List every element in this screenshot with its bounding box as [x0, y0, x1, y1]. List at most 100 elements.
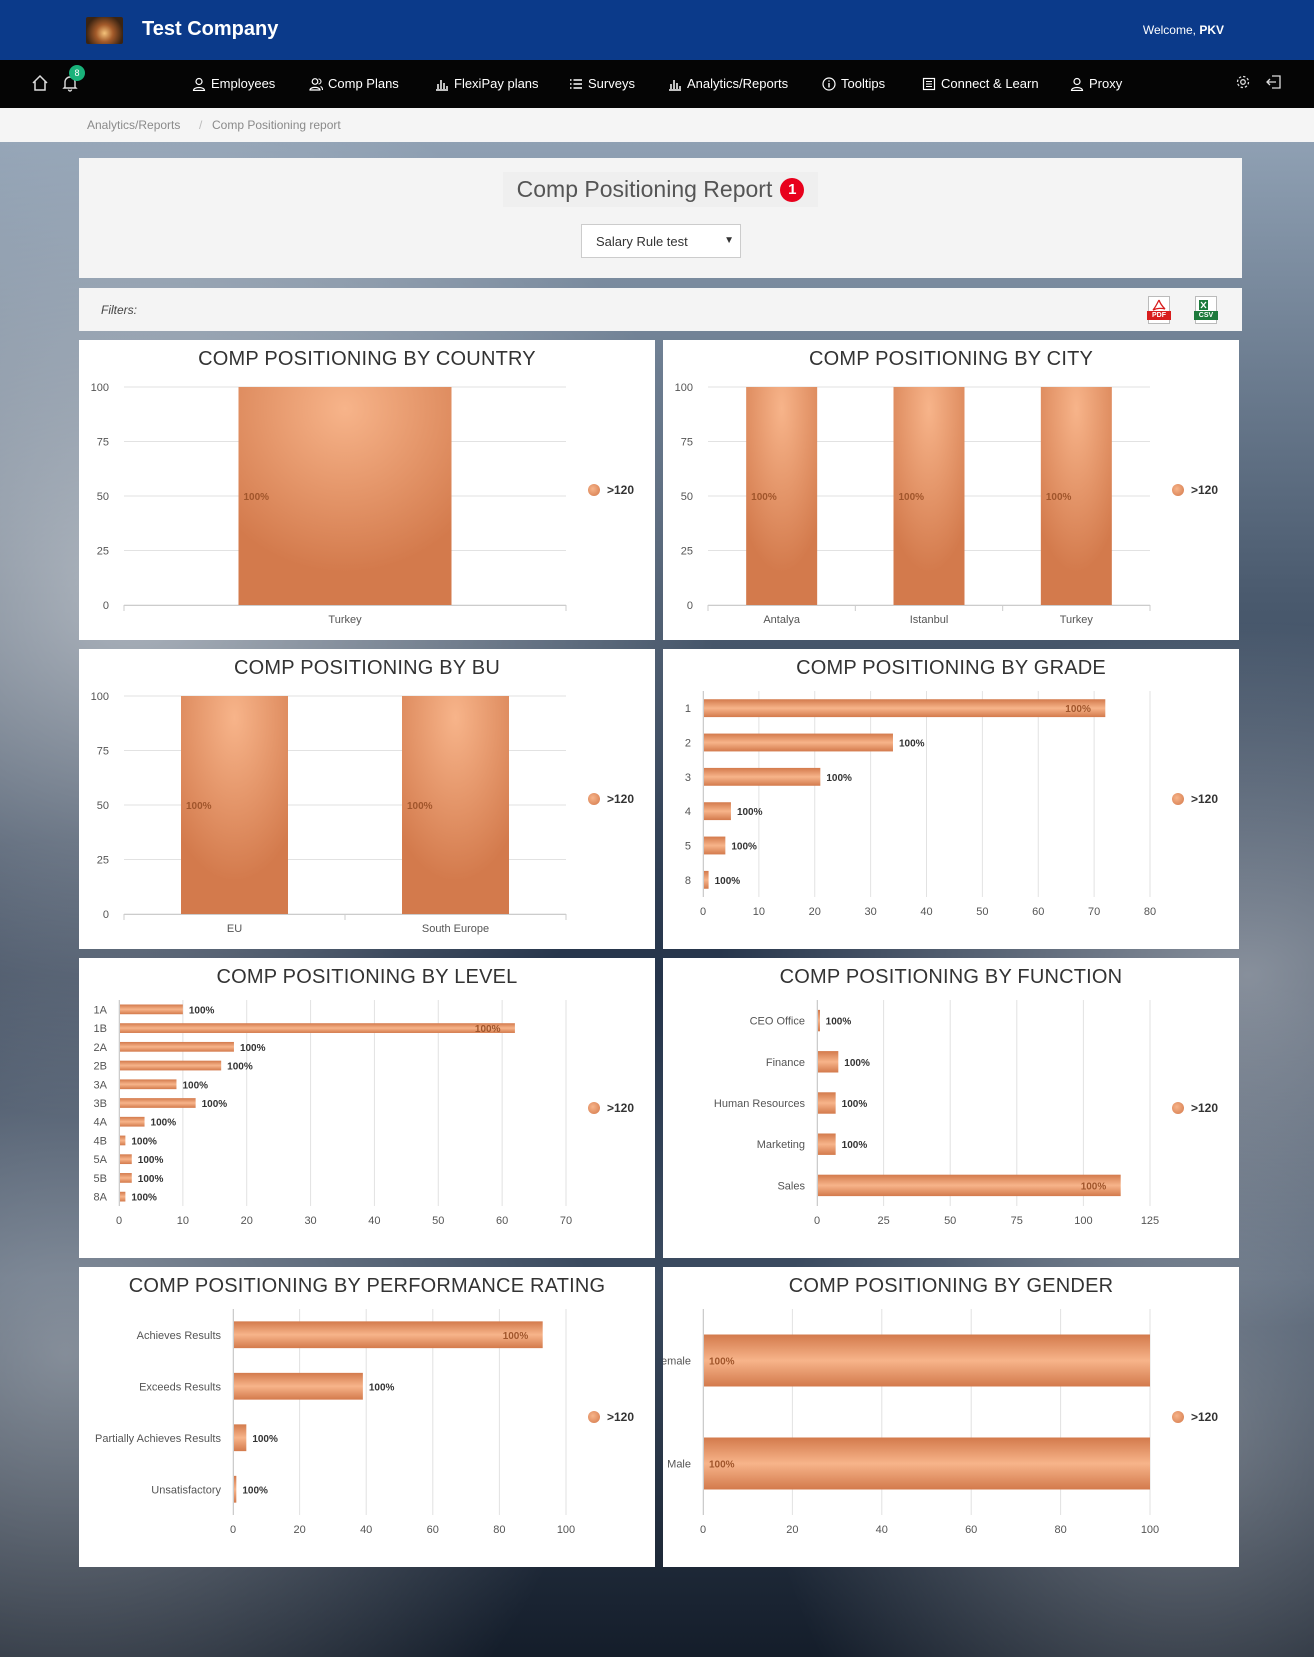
nav-surveys[interactable]: Surveys	[569, 76, 635, 91]
salary-rule-select[interactable]: Salary Rule test ▼	[581, 224, 741, 258]
chart-card-gender: COMP POSITIONING BY GENDER >120 0 20 40 60 80 1…	[663, 1267, 1239, 1567]
y-tick-label: 0	[103, 909, 109, 921]
chart-card-performance-rating: COMP POSITIONING BY PERFORMANCE RATING >1…	[79, 1267, 655, 1567]
y-tick-label: 5	[685, 841, 691, 853]
y-tick-label: 4B	[94, 1135, 107, 1147]
bar[interactable]	[703, 836, 726, 855]
gear-icon[interactable]	[1235, 74, 1255, 94]
bar[interactable]	[119, 1116, 145, 1127]
y-tick-label: 25	[97, 546, 109, 558]
x-tick-label: 10	[177, 1215, 189, 1227]
y-tick-label: 50	[97, 800, 109, 812]
chart-svg-performance-rating: 0 20 40 60 80 100 100% Achieves Results 100% Exce…	[95, 1309, 575, 1536]
nav-tooltips-label: Tooltips	[841, 76, 886, 91]
company-logo[interactable]	[86, 17, 123, 44]
logout-icon[interactable]	[1266, 74, 1286, 94]
y-tick-label: Finance	[766, 1057, 805, 1069]
bar[interactable]	[703, 1437, 1150, 1490]
welcome-text: Welcome, PKV	[1143, 23, 1224, 37]
nav-tooltips[interactable]: Tooltips	[822, 76, 885, 91]
bar[interactable]	[703, 699, 1106, 718]
chart-svg-grade: 0 10 20 30 40 50 60 70 80 100% 1 100% 2 100% 3 100% 4 100…	[685, 691, 1156, 918]
breadcrumb-separator: /	[199, 118, 203, 132]
bar[interactable]	[233, 1321, 543, 1349]
pdf-export-icon[interactable]: PDF	[1147, 296, 1171, 324]
bar[interactable]	[119, 1098, 196, 1108]
bar[interactable]	[119, 1041, 234, 1052]
bar[interactable]	[119, 1079, 177, 1090]
chart-svg-city: 0 25 50 75 100 100% Antalya 100% Istanbul 100% Tur…	[675, 382, 1151, 626]
bar[interactable]	[703, 767, 821, 786]
x-tick-label: 20	[786, 1524, 798, 1536]
bar-data-label: 100%	[899, 492, 925, 503]
bar[interactable]	[703, 1334, 1150, 1387]
chart-card-grade: COMP POSITIONING BY GRADE >120 0 10 20 30 40 50…	[663, 649, 1239, 949]
title-badge[interactable]: 1	[780, 177, 805, 202]
y-tick-label: 2A	[94, 1042, 108, 1054]
x-tick-label: 80	[1144, 906, 1156, 918]
bar-data-label: 100%	[899, 739, 925, 750]
bar[interactable]	[703, 733, 893, 752]
bar[interactable]	[119, 1060, 222, 1071]
bar[interactable]	[233, 1424, 247, 1452]
bar-data-label: 100%	[709, 1357, 735, 1368]
csv-export-icon[interactable]: CSV	[1194, 296, 1218, 324]
x-tick-label: 0	[700, 906, 706, 918]
list-icon	[570, 78, 582, 89]
breadcrumb-parent-link[interactable]: Analytics/Reports	[87, 118, 180, 132]
bar-data-label: 100%	[751, 492, 777, 503]
company-name[interactable]: Test Company	[142, 18, 278, 41]
y-tick-label: 1A	[94, 1004, 108, 1016]
y-tick-label: 75	[97, 746, 109, 758]
bar[interactable]	[817, 1133, 836, 1155]
bar[interactable]	[119, 1173, 132, 1183]
y-tick-label: 8	[685, 875, 691, 887]
nav-connect-learn-label: Connect & Learn	[941, 76, 1039, 91]
x-tick-label: 20	[241, 1215, 253, 1227]
y-tick-label: 50	[97, 491, 109, 503]
nav-connect-learn[interactable]: Connect & Learn	[922, 76, 1039, 91]
x-tick-label: 30	[304, 1215, 316, 1227]
bar[interactable]	[238, 387, 452, 605]
bar[interactable]	[119, 1004, 183, 1015]
nav-proxy[interactable]: Proxy	[1070, 76, 1122, 91]
bar-data-label: 100%	[1065, 704, 1091, 715]
y-tick-label: Female	[663, 1356, 691, 1368]
bar[interactable]	[817, 1174, 1121, 1197]
nav-employees[interactable]: Employees	[192, 76, 275, 91]
home-icon[interactable]	[31, 74, 51, 94]
bar[interactable]	[233, 1372, 363, 1400]
y-tick-label: Partially Achieves Results	[95, 1433, 221, 1445]
nav-proxy-label: Proxy	[1089, 76, 1123, 91]
bar[interactable]	[703, 802, 731, 821]
bar[interactable]	[119, 1023, 515, 1033]
x-tick-label: Turkey	[1060, 614, 1094, 626]
page-title-wrap: Comp Positioning Report 1	[502, 172, 819, 207]
y-tick-label: 25	[97, 855, 109, 867]
bar[interactable]	[817, 1092, 836, 1114]
nav-comp-plans[interactable]: Comp Plans	[309, 76, 399, 91]
nav-flexipay-plans[interactable]: FlexiPay plans	[435, 76, 539, 91]
y-tick-label: 1B	[94, 1023, 107, 1035]
bar[interactable]	[817, 1051, 839, 1073]
y-tick-label: Human Resources	[714, 1098, 806, 1110]
page-title-row: Comp Positioning Report 1	[79, 172, 1242, 207]
x-tick-label: 80	[1054, 1524, 1066, 1536]
main-nav: 8 Employees Comp Plans FlexiPay plans Su…	[0, 60, 1314, 108]
y-tick-label: 2B	[94, 1061, 107, 1073]
breadcrumb: Analytics/Reports / Comp Positioning rep…	[0, 108, 1314, 142]
bar-data-label: 100%	[131, 1193, 157, 1204]
y-tick-label: Marketing	[757, 1139, 805, 1151]
bar[interactable]	[119, 1154, 132, 1165]
nav-analytics-reports[interactable]: Analytics/Reports	[668, 76, 788, 91]
chart-svg-function: 0 25 50 75 100 125 100% CEO Office 100% Finance 10…	[714, 1000, 1159, 1227]
welcome-user[interactable]: PKV	[1199, 23, 1224, 37]
bar-data-label: 100%	[1081, 1181, 1107, 1192]
csv-export-label: CSV	[1194, 311, 1218, 320]
x-tick-label: 40	[920, 906, 932, 918]
user-icon	[1070, 77, 1084, 91]
info-icon	[822, 76, 836, 91]
nav-analytics-reports-label: Analytics/Reports	[687, 76, 789, 91]
nav-comp-plans-label: Comp Plans	[328, 76, 399, 91]
book-icon	[922, 77, 936, 90]
